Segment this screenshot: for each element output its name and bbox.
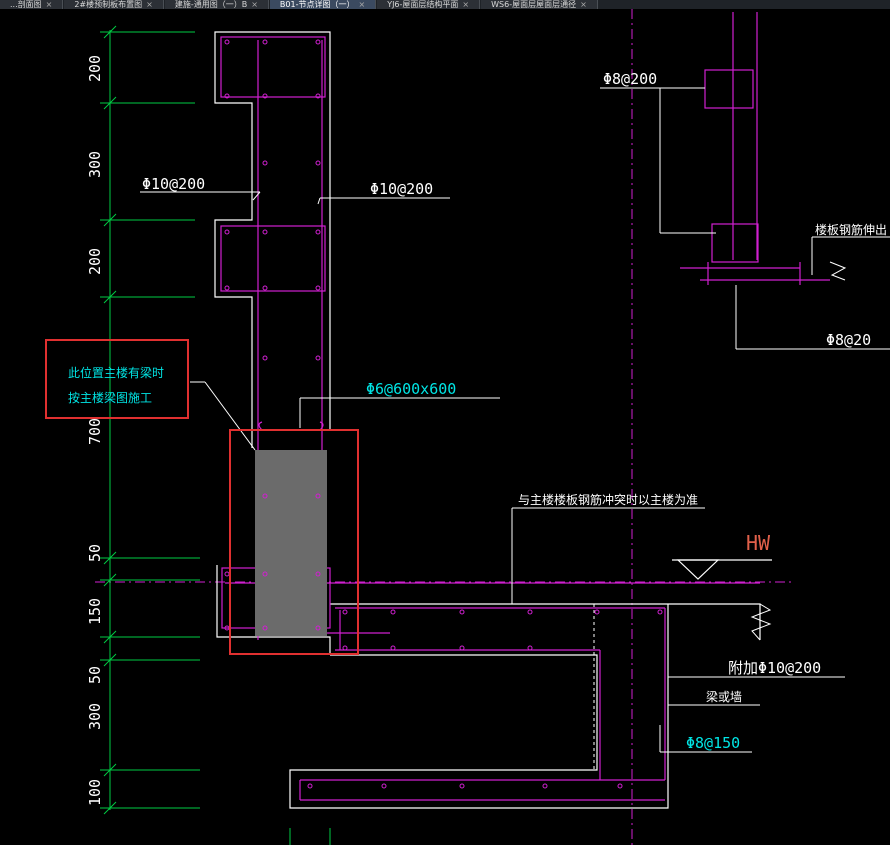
drawing-tab-bar: ...剖面图 × 2#楼预制板布置图 × 建施-通用图（一）B × B01-节点详图（… <box>0 0 890 9</box>
close-icon[interactable]: × <box>251 0 258 9</box>
right-stirrup-label: Φ10@200 <box>370 180 433 198</box>
rebar-lines <box>220 12 830 801</box>
boxed-note-line2: 按主楼梁图施工 <box>68 390 152 405</box>
tab-roof-pipe[interactable]: WS6-屋面层屋面层通径 × <box>481 0 598 9</box>
dimension-700: 700 <box>86 418 104 445</box>
dimension-50-b: 50 <box>86 666 104 684</box>
tab-section[interactable]: ...剖面图 × <box>0 0 64 9</box>
tie-bar-label: Φ6@600x600 <box>366 380 456 398</box>
dimension-200-mid: 200 <box>86 248 104 275</box>
dimension-50-a: 50 <box>86 544 104 562</box>
beam-infill <box>255 450 327 636</box>
conflict-note: 与主楼楼板钢筋冲突时以主楼为准 <box>518 492 698 507</box>
added-rebar-label: 附加Φ10@200 <box>728 659 821 677</box>
hw-label: HW <box>746 531 771 555</box>
upper-right-rebar-label: Φ8@200 <box>603 70 657 88</box>
close-icon[interactable]: × <box>358 0 365 9</box>
slab-extend-note: 楼板钢筋伸出 <box>815 222 887 237</box>
water-level-symbol <box>672 559 772 580</box>
tab-roof-structure[interactable]: YJ6-屋面层结构平面 × <box>377 0 481 9</box>
parapet-outline <box>214 31 761 809</box>
dimension-200-top: 200 <box>86 55 104 82</box>
left-stirrup-label: Φ10@200 <box>142 175 205 193</box>
tab-precast-layout[interactable]: 2#楼预制板布置图 × <box>64 0 164 9</box>
close-icon[interactable]: × <box>462 0 469 9</box>
close-icon[interactable]: × <box>46 0 53 9</box>
beam-or-wall-note: 梁或墙 <box>706 689 742 704</box>
dimension-150: 150 <box>86 598 104 625</box>
tab-node-detail[interactable]: B01-节点详图（一） × <box>269 0 377 9</box>
dimension-100: 100 <box>86 779 104 806</box>
dimension-300: 300 <box>86 151 104 178</box>
cad-drawing-canvas[interactable]: 200 300 200 700 50 150 50 300 100 HW Φ10… <box>0 9 890 845</box>
close-icon[interactable]: × <box>146 0 153 9</box>
slab-right-rebar-label: Φ8@20 <box>826 331 871 349</box>
dimension-300-b: 300 <box>86 703 104 730</box>
boxed-note-line1: 此位置主楼有梁时 <box>68 365 164 380</box>
wall-stirrup-label: Φ8@150 <box>686 734 740 752</box>
close-icon[interactable]: × <box>580 0 587 9</box>
dimension-chain <box>100 25 331 845</box>
tab-general-arch[interactable]: 建施-通用图（一）B × <box>164 0 269 9</box>
